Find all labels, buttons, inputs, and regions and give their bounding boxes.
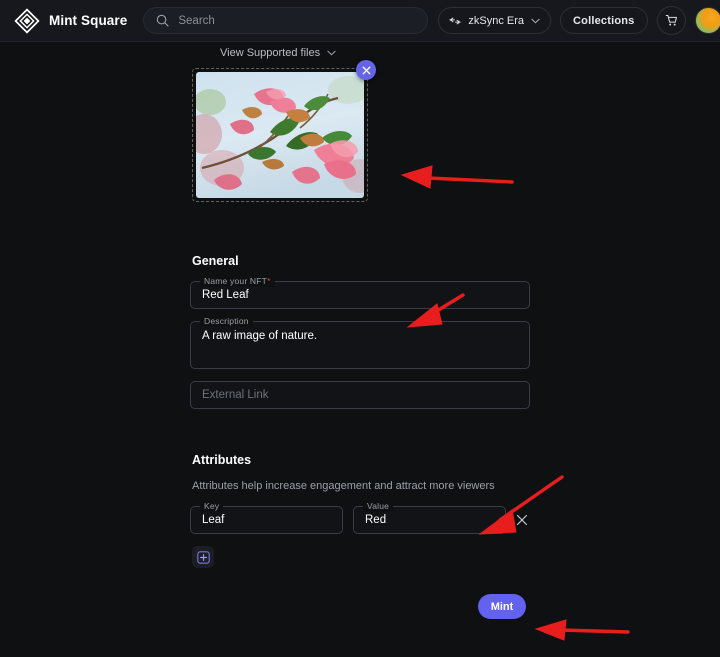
search-input[interactable]: Search xyxy=(143,7,428,34)
diamond-logo-icon xyxy=(14,8,40,34)
nft-name-label: Name your NFT* xyxy=(200,276,275,287)
search-icon xyxy=(156,14,169,27)
add-attribute-button[interactable] xyxy=(192,546,214,568)
description-field[interactable]: Description A raw image of nature. xyxy=(190,321,530,369)
brand-logo-link[interactable]: Mint Square xyxy=(14,8,127,34)
mint-page: View Supported files xyxy=(0,42,720,615)
mint-button-label: Mint xyxy=(491,601,514,613)
add-attribute-icon xyxy=(197,551,210,564)
network-label: zkSync Era xyxy=(468,15,524,27)
user-avatar[interactable] xyxy=(695,7,720,34)
attribute-value-field[interactable]: Value Red xyxy=(353,506,506,534)
description-label: Description xyxy=(200,316,253,327)
remove-image-button[interactable] xyxy=(356,60,376,80)
attribute-value-label: Value xyxy=(363,501,393,512)
app-header: Mint Square Search zkSync Era xyxy=(0,0,720,42)
preview-image xyxy=(196,72,364,198)
mint-form: View Supported files xyxy=(190,42,530,619)
mint-action-row: Mint xyxy=(190,594,530,619)
attribute-key-field[interactable]: Key Leaf xyxy=(190,506,343,534)
remove-attribute-button[interactable] xyxy=(514,512,530,528)
attributes-note: Attributes help increase engagement and … xyxy=(192,480,530,492)
search-placeholder: Search xyxy=(178,15,214,27)
network-selector[interactable]: zkSync Era xyxy=(438,7,551,34)
brand-name: Mint Square xyxy=(49,13,127,28)
attributes-section-title: Attributes xyxy=(192,453,530,467)
chevron-down-icon xyxy=(327,50,336,56)
annotation-arrow-mint xyxy=(536,620,628,640)
nft-name-value: Red Leaf xyxy=(191,289,260,301)
close-icon xyxy=(362,66,371,75)
attribute-value-value: Red xyxy=(354,514,397,526)
nft-name-field[interactable]: Name your NFT* Red Leaf xyxy=(190,281,530,309)
external-link-placeholder: External Link xyxy=(191,389,279,401)
general-section-title: General xyxy=(192,254,530,268)
collections-button[interactable]: Collections xyxy=(560,7,648,34)
image-upload-preview[interactable] xyxy=(192,68,368,202)
view-supported-files-label: View Supported files xyxy=(220,47,320,59)
cart-button[interactable] xyxy=(657,6,686,35)
attribute-row: Key Leaf Value Red xyxy=(190,506,530,534)
view-supported-files-toggle[interactable]: View Supported files xyxy=(220,47,530,59)
network-swap-icon xyxy=(449,16,461,26)
cart-icon xyxy=(665,14,678,27)
attribute-key-label: Key xyxy=(200,501,223,512)
close-icon xyxy=(516,514,528,526)
mint-button[interactable]: Mint xyxy=(478,594,526,619)
header-actions: zkSync Era Collections xyxy=(438,6,720,35)
attribute-key-value: Leaf xyxy=(191,514,235,526)
chevron-down-icon xyxy=(531,18,540,24)
collections-label: Collections xyxy=(573,15,635,27)
external-link-field[interactable]: External Link xyxy=(190,381,530,409)
